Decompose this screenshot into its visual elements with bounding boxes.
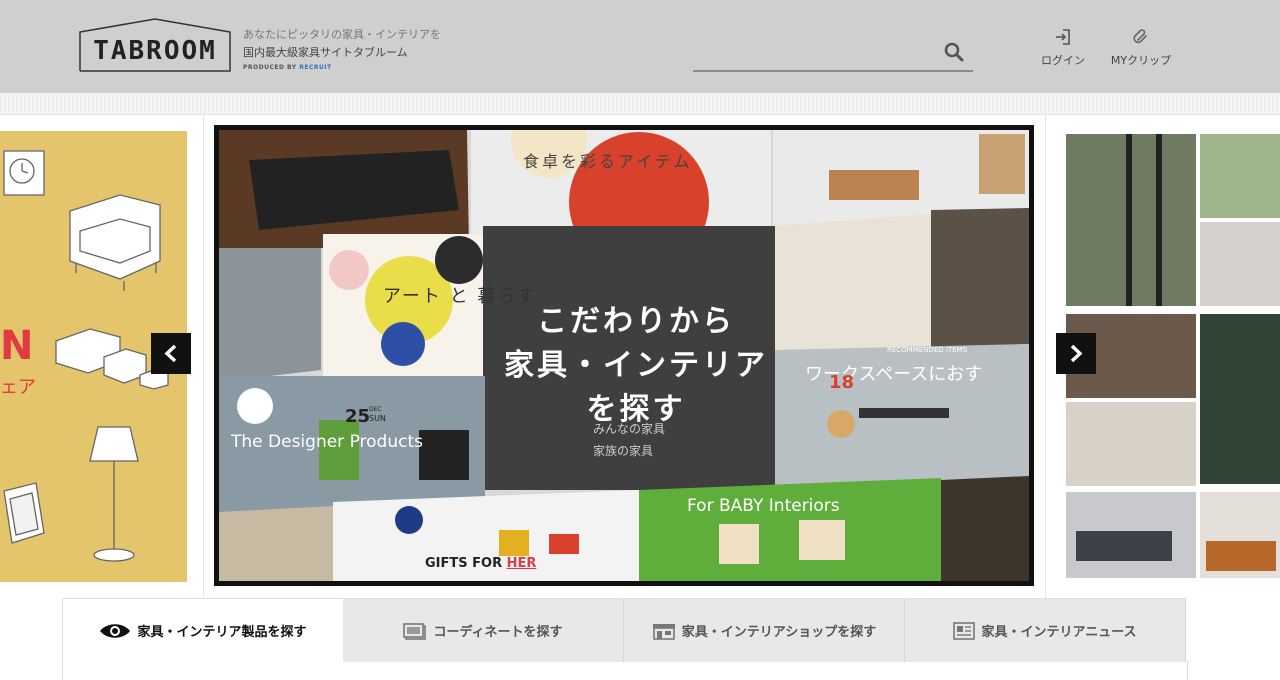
left-slide-small-text: ェア xyxy=(0,377,36,398)
produced-by-label: PRODUCED BY xyxy=(243,64,297,71)
collage-text-family-2: 家族の家具 xyxy=(593,444,654,458)
search-input[interactable] xyxy=(693,40,937,68)
tagline-line-1: あなたにピッタリの家具・インテリアを xyxy=(243,28,441,41)
left-slide-large-text: N xyxy=(0,323,33,369)
login-button[interactable]: ログイン xyxy=(1023,28,1103,68)
photo-frame-icon xyxy=(403,622,427,640)
paperclip-icon xyxy=(1133,29,1147,44)
search-icon[interactable] xyxy=(943,41,965,67)
collage-image: 食卓を彩るアイテム アート と 暮らす The Designer Product… xyxy=(219,130,1029,581)
overlay-line-2: 家具・インテリア xyxy=(504,348,768,383)
site-logo[interactable]: TABROOM xyxy=(79,18,231,72)
produced-by: PRODUCED BY RECRUIT xyxy=(243,64,332,71)
gifts-prefix: GIFTS FOR xyxy=(425,556,507,571)
search-category-tabs: 家具・インテリア製品を探す コーディネートを探す 家具・インテリアショップを探す… xyxy=(62,598,1186,662)
collage-calendar-weekday: SUN xyxy=(369,414,386,423)
tab-products[interactable]: 家具・インテリア製品を探す xyxy=(62,599,344,662)
tab-coordinates-label: コーディネートを探す xyxy=(433,625,563,640)
tab-coordinates[interactable]: コーディネートを探す xyxy=(343,599,624,662)
collage-text-gifts: GIFTS FOR HER xyxy=(425,556,536,571)
collage-text-table-items: 食卓を彩るアイテム xyxy=(523,152,693,171)
myclip-button[interactable]: MYクリップ xyxy=(1101,28,1181,68)
main-overlay-title: こだわりから 家具・インテリア を探す xyxy=(501,300,771,432)
collage-workspace-calendar-day: 18 xyxy=(829,372,855,393)
newspaper-icon xyxy=(953,621,976,640)
collage-text-designer: The Designer Products xyxy=(231,432,423,452)
gifts-highlight: HER xyxy=(506,556,537,571)
tab-news-label: 家具・インテリアニュース xyxy=(981,625,1137,640)
collage-calendar-day: 25 xyxy=(345,406,371,427)
myclip-label: MYクリップ xyxy=(1110,54,1172,67)
carousel-prev-button[interactable] xyxy=(151,333,191,374)
carousel-next-button[interactable] xyxy=(1056,333,1096,374)
tab-content-panel xyxy=(62,661,1188,680)
tab-shops[interactable]: 家具・インテリアショップを探す xyxy=(624,599,905,662)
overlay-line-1: こだわりから xyxy=(537,304,735,339)
separator-left xyxy=(203,114,204,598)
login-label: ログイン xyxy=(1041,54,1085,67)
carousel-main-slide[interactable]: 食卓を彩るアイテム アート と 暮らす The Designer Product… xyxy=(214,125,1034,586)
search-underline xyxy=(693,70,973,72)
carousel-slide-next-partial[interactable] xyxy=(1066,131,1280,582)
overlay-line-3: を探す xyxy=(586,392,686,427)
chevron-left-icon xyxy=(164,344,177,363)
separator-right xyxy=(1045,114,1046,598)
interior-photo-grid xyxy=(1066,134,1280,578)
site-header: TABROOM あなたにピッタリの家具・インテリアを 国内最大級家具サイトタブル… xyxy=(0,0,1280,93)
produced-by-brand: RECRUIT xyxy=(299,64,332,71)
header-divider-strip xyxy=(0,93,1280,115)
logo-text: TABROOM xyxy=(93,36,217,66)
tab-shops-label: 家具・インテリアショップを探す xyxy=(681,625,877,640)
tab-news[interactable]: 家具・インテリアニュース xyxy=(905,599,1186,662)
collage-text-baby: For BABY Interiors xyxy=(687,496,840,516)
login-icon xyxy=(1056,29,1070,45)
collage-calendar-month: DEC xyxy=(369,406,382,413)
eye-icon xyxy=(100,623,131,638)
shop-icon xyxy=(652,623,675,640)
tab-products-label: 家具・インテリア製品を探す xyxy=(137,625,307,640)
collage-text-recommended: RECOMMENDED ITEMS xyxy=(887,346,968,354)
tagline-line-2: 国内最大級家具サイトタブルーム xyxy=(243,46,408,59)
chevron-right-icon xyxy=(1070,344,1083,363)
